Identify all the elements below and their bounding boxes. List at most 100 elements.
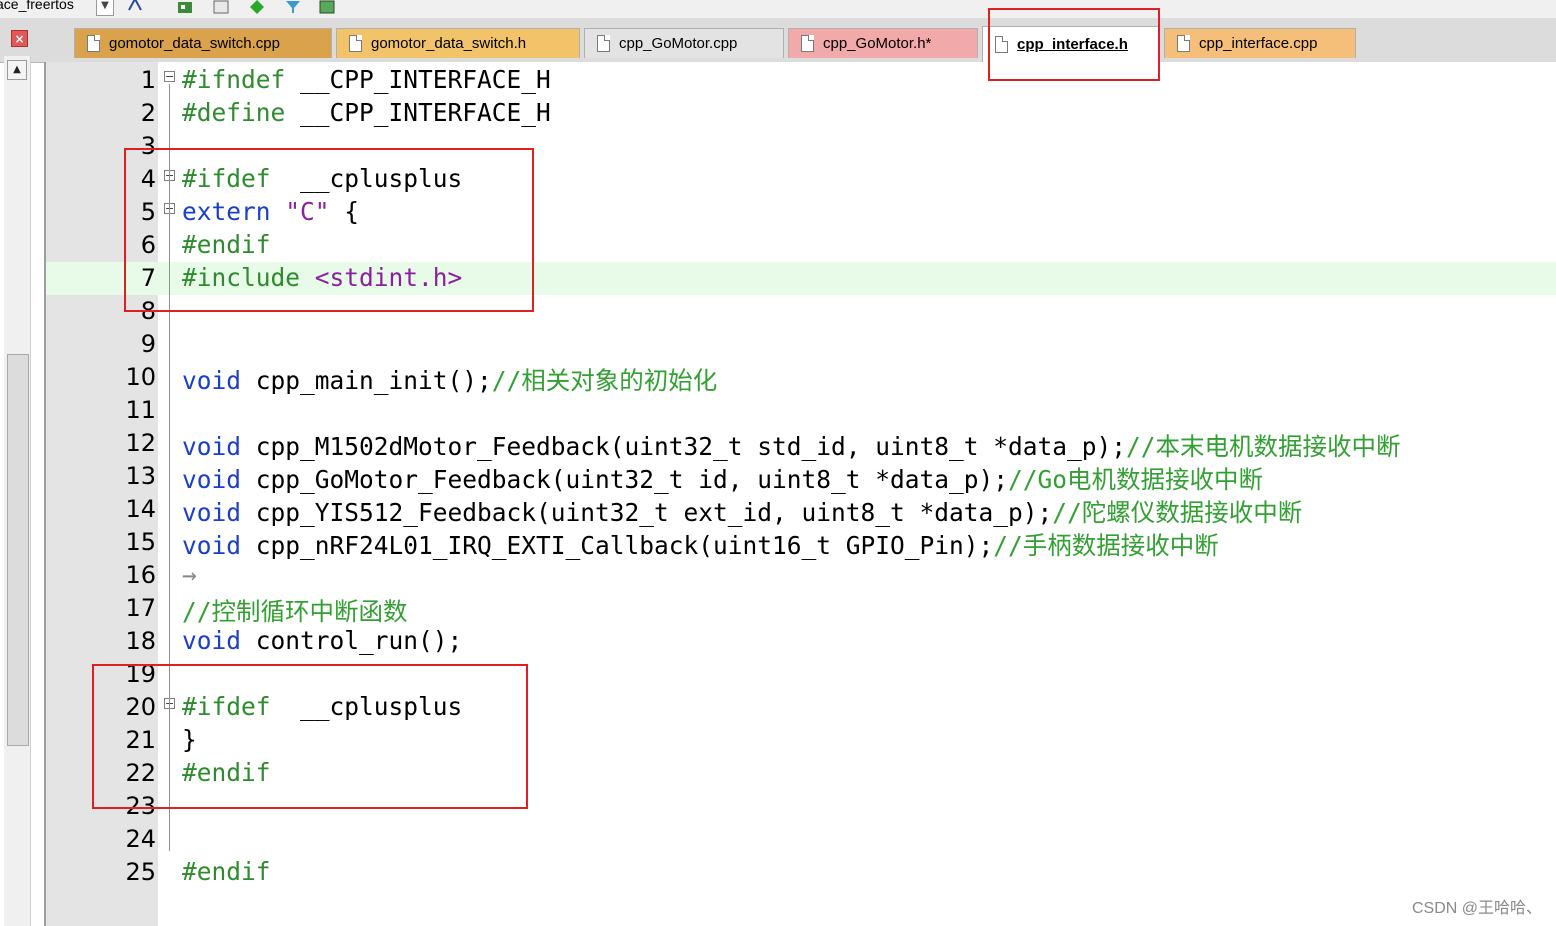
file-icon xyxy=(1177,35,1190,52)
line-number: 10 xyxy=(125,363,156,391)
editor-tab-bar: × gomotor_data_switch.cpp gomotor_data_s… xyxy=(0,18,1556,63)
code-line[interactable]: 5−extern "C" { xyxy=(46,196,1556,229)
scroll-up-icon[interactable]: ▲ xyxy=(7,60,27,80)
code-token: #endif xyxy=(182,758,271,787)
code-token: void xyxy=(182,465,242,494)
line-number: 5 xyxy=(140,198,156,226)
tab-cpp-gomotor-cpp[interactable]: cpp_GoMotor.cpp xyxy=(584,28,784,58)
code-line[interactable]: 16 → xyxy=(46,559,1556,592)
code-line[interactable]: 4−#ifdef __cplusplus xyxy=(46,163,1556,196)
fold-guide xyxy=(169,216,170,719)
code-line[interactable]: 9 xyxy=(46,328,1556,361)
close-icon[interactable]: × xyxy=(11,30,28,47)
tab-gomotor-data-switch-cpp[interactable]: gomotor_data_switch.cpp xyxy=(74,28,332,58)
code-line[interactable]: 17 //控制循环中断函数 xyxy=(46,592,1556,628)
window-icon[interactable] xyxy=(212,0,230,14)
line-number: 16 xyxy=(125,561,156,589)
code-token: cpp_M1502dMotor_Feedback(uint32_t std_id… xyxy=(241,432,1127,461)
code-line[interactable]: 7 #include <stdint.h> xyxy=(46,262,1556,295)
code-token: //手柄数据接收中断 xyxy=(993,531,1219,560)
code-line[interactable]: 20−#ifdef __cplusplus xyxy=(46,691,1556,724)
tab-cpp-interface-h[interactable]: cpp_interface.h xyxy=(982,26,1160,62)
code-text: void control_run(); xyxy=(182,626,462,655)
code-token: __CPP_INTERFACE_H xyxy=(285,65,551,94)
code-line[interactable]: 24 xyxy=(46,823,1556,856)
tab-label: cpp_interface.cpp xyxy=(1199,35,1318,52)
tab-cpp-gomotor-h[interactable]: cpp_GoMotor.h* xyxy=(788,28,978,58)
code-line[interactable]: 23 xyxy=(46,790,1556,823)
code-token: cpp_main_init(); xyxy=(241,366,492,395)
funnel-icon[interactable] xyxy=(284,0,302,14)
tab-label: cpp_GoMotor.h* xyxy=(823,35,932,52)
code-token: void xyxy=(182,366,242,395)
vertical-scrollbar[interactable]: ▲ xyxy=(4,56,31,926)
code-line[interactable]: 15 void cpp_nRF24L01_IRQ_EXTI_Callback(ui… xyxy=(46,526,1556,560)
line-number: 20 xyxy=(125,693,156,721)
code-line[interactable]: 11 xyxy=(46,394,1556,427)
code-text: #ifdef __cplusplus xyxy=(182,164,462,193)
code-token: //相关对象的初始化 xyxy=(491,366,718,395)
code-line[interactable]: 21} xyxy=(46,724,1556,757)
code-text: #define __CPP_INTERFACE_H xyxy=(182,98,551,127)
line-number: 18 xyxy=(125,627,156,655)
scrollbar-thumb[interactable] xyxy=(7,354,29,746)
code-line[interactable]: 6 #endif xyxy=(46,229,1556,262)
line-number: 12 xyxy=(125,429,156,457)
code-line[interactable]: 1− #ifndef __CPP_INTERFACE_H xyxy=(46,64,1556,97)
line-number: 14 xyxy=(125,495,156,523)
code-token: <stdint.h> xyxy=(314,263,463,292)
code-text: } xyxy=(182,725,197,754)
code-line[interactable]: 8 xyxy=(46,295,1556,328)
tab-cpp-interface-cpp[interactable]: cpp_interface.cpp xyxy=(1164,28,1356,58)
hierarchy-icon[interactable] xyxy=(126,0,144,14)
code-line[interactable]: 19 xyxy=(46,658,1556,691)
code-line[interactable]: 3 xyxy=(46,130,1556,163)
code-line[interactable]: 22 #endif xyxy=(46,757,1556,790)
code-token: #endif xyxy=(182,230,271,259)
tab-gomotor-data-switch-h[interactable]: gomotor_data_switch.h xyxy=(336,28,580,58)
pack-installer-icon[interactable] xyxy=(318,0,336,14)
code-line[interactable]: 14 void cpp_YIS512_Feedback(uint32_t ext_… xyxy=(46,493,1556,529)
code-text: #endif xyxy=(182,758,271,787)
code-token: #ifdef xyxy=(182,164,271,193)
code-text: void cpp_YIS512_Feedback(uint32_t ext_id… xyxy=(182,494,1302,529)
code-token: } xyxy=(182,725,197,754)
tab-label: gomotor_data_switch.cpp xyxy=(109,35,280,52)
dropdown-arrow-icon[interactable]: ▼ xyxy=(96,0,114,16)
file-icon xyxy=(801,35,814,52)
code-token: //控制循环中断函数 xyxy=(182,597,408,626)
code-text: #endif xyxy=(182,857,271,886)
tab-label: gomotor_data_switch.h xyxy=(371,35,527,52)
line-number: 6 xyxy=(140,231,156,259)
line-number: 22 xyxy=(125,759,156,787)
code-line[interactable]: 10 void cpp_main_init();//相关对象的初始化 xyxy=(46,361,1556,395)
code-token: cpp_nRF24L01_IRQ_EXTI_Callback(uint16_t … xyxy=(241,531,994,560)
line-number: 3 xyxy=(140,132,156,160)
project-target-select[interactable]: ace_freertos xyxy=(0,0,74,12)
line-number: 9 xyxy=(140,330,156,358)
fold-toggle-icon[interactable]: − xyxy=(164,71,175,82)
code-token: #ifndef xyxy=(182,65,286,94)
code-token: cpp_GoMotor_Feedback(uint32_t id, uint8_… xyxy=(241,465,1009,494)
line-number: 8 xyxy=(140,297,156,325)
code-token: __CPP_INTERFACE_H xyxy=(285,98,551,127)
code-line[interactable]: 18 void control_run(); xyxy=(46,625,1556,658)
code-line[interactable]: 25 #endif xyxy=(46,856,1556,889)
code-token: __cplusplus xyxy=(270,164,463,193)
code-line[interactable]: 13 void cpp_GoMotor_Feedback(uint32_t id,… xyxy=(46,460,1556,496)
diamond-icon[interactable] xyxy=(248,0,266,14)
code-text: //控制循环中断函数 xyxy=(182,593,408,628)
code-token: #ifdef xyxy=(182,692,271,721)
component-icon[interactable] xyxy=(176,0,194,14)
code-line[interactable]: 12 void cpp_M1502dMotor_Feedback(uint32_t… xyxy=(46,427,1556,461)
file-icon xyxy=(349,35,362,52)
code-token: //陀螺仪数据接收中断 xyxy=(1052,498,1303,527)
code-editor[interactable]: 1− #ifndef __CPP_INTERFACE_H 2 #define __CP… xyxy=(44,62,1556,926)
file-icon xyxy=(87,35,100,52)
code-token: → xyxy=(182,560,197,589)
code-line[interactable]: 2 #define __CPP_INTERFACE_H xyxy=(46,97,1556,130)
code-text: #ifdef __cplusplus xyxy=(182,692,462,721)
code-text: void cpp_GoMotor_Feedback(uint32_t id, u… xyxy=(182,461,1263,496)
